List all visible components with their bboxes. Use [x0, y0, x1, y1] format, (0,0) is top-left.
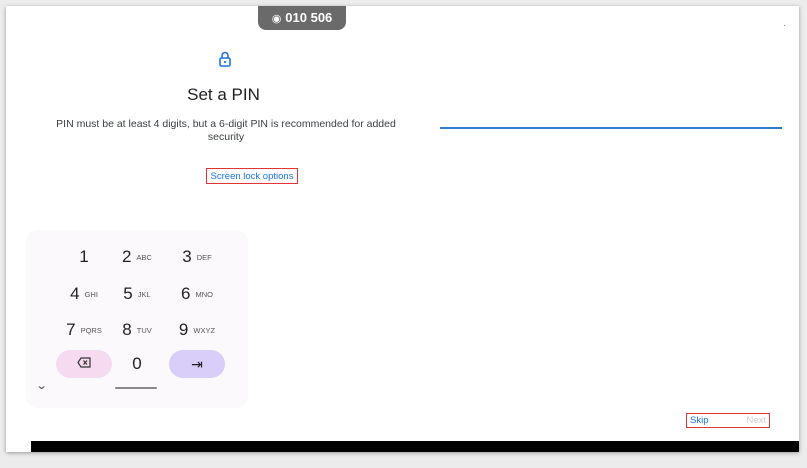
key-digit: 4 — [70, 284, 80, 303]
key-digit: 1 — [79, 247, 89, 266]
key-5[interactable]: 5 JKL — [109, 280, 165, 308]
key-letters: MNO — [195, 289, 213, 299]
setup-screen: ◉ 010 506 · Set a PIN PIN must be at lea… — [6, 6, 799, 452]
key-digit: 2 — [122, 247, 132, 266]
key-letters: GHI — [84, 289, 98, 299]
key-letters: PQRS — [80, 325, 102, 335]
page-title: Set a PIN — [187, 85, 260, 104]
screen-lock-options-button[interactable]: Screen lock options — [206, 168, 298, 184]
key-9[interactable]: 9 WXYZ — [169, 316, 225, 344]
delete-key[interactable] — [56, 350, 112, 378]
footer-buttons: Skip Next — [686, 413, 770, 428]
key-digit: 0 — [132, 354, 142, 373]
key-letters: TUV — [136, 325, 152, 335]
lock-icon — [219, 51, 231, 72]
next-button[interactable]: Next — [746, 415, 766, 426]
key-6[interactable]: 6 MNO — [169, 280, 225, 308]
backspace-icon — [77, 355, 91, 373]
tab-arrow-icon: ⇥ — [191, 355, 203, 372]
key-3[interactable]: 3 DEF — [169, 243, 225, 271]
pin-input[interactable] — [440, 127, 782, 129]
key-letters: ABC — [136, 252, 152, 262]
pin-description: PIN must be at least 4 digits, but a 6-d… — [56, 118, 396, 143]
key-1[interactable]: 1 — [56, 243, 112, 271]
numeric-keypad: 1 2 ABC 3 DEF 4 GHI 5 JKL 6 MNO 7 PQRS 8… — [26, 230, 248, 408]
chevron-down-icon[interactable]: ⌄ — [36, 379, 48, 392]
key-digit: 8 — [122, 320, 132, 339]
key-letters: DEF — [196, 252, 212, 262]
key-letters: WXYZ — [193, 325, 216, 335]
dot-indicator: · — [783, 20, 787, 31]
keyboard-handle[interactable] — [115, 387, 157, 389]
key-digit: 3 — [182, 247, 192, 266]
status-code: 010 506 — [285, 10, 333, 25]
key-0[interactable]: 0 — [109, 350, 165, 378]
key-2[interactable]: 2 ABC — [109, 243, 165, 271]
cast-icon: ◉ — [271, 13, 282, 25]
key-7[interactable]: 7 PQRS — [56, 316, 112, 344]
key-digit: 6 — [181, 284, 191, 303]
status-pill: ◉ 010 506 — [258, 6, 346, 30]
key-8[interactable]: 8 TUV — [109, 316, 165, 344]
key-letters: JKL — [137, 289, 151, 299]
skip-button[interactable]: Skip — [690, 415, 708, 426]
key-digit: 7 — [66, 320, 76, 339]
key-4[interactable]: 4 GHI — [56, 280, 112, 308]
key-digit: 5 — [123, 284, 133, 303]
key-digit: 9 — [178, 320, 189, 339]
navigation-bar — [31, 441, 799, 452]
next-key[interactable]: ⇥ — [169, 350, 225, 378]
